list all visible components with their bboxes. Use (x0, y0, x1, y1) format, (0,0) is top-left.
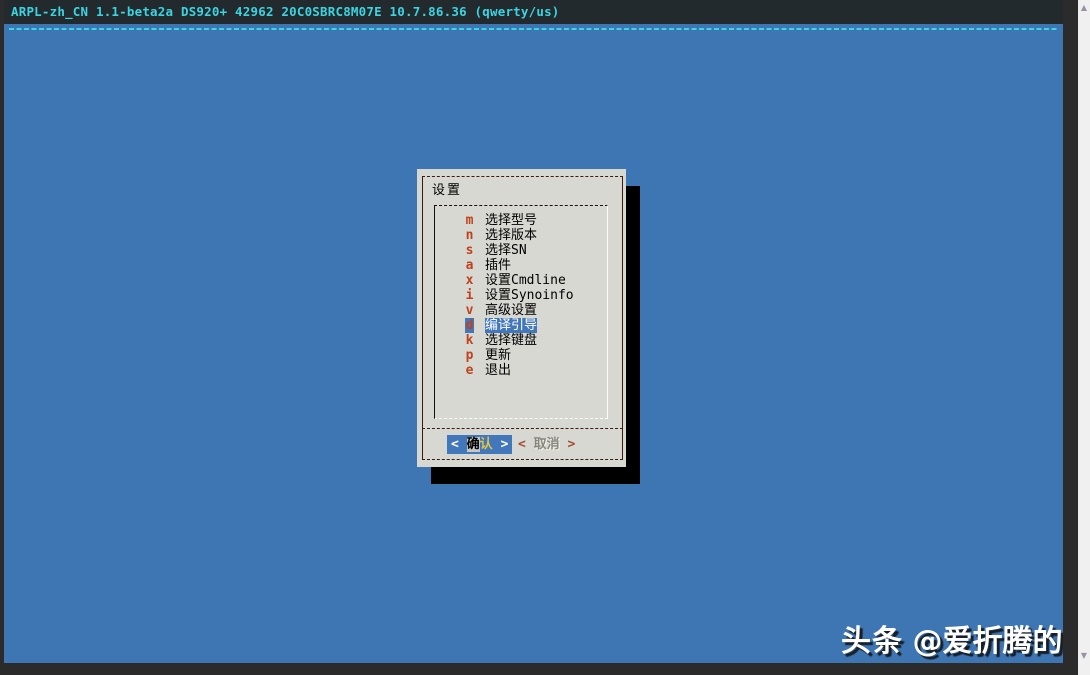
menu-item-hotkey: a (465, 258, 474, 273)
toutiao-watermark: 头条 @爱折腾的S (841, 616, 1063, 660)
cancel-label: 取消 (534, 437, 560, 452)
menu-item-n[interactable]: n 选择版本 (435, 228, 607, 243)
menu-item-x[interactable]: x 设置Cmdline (435, 273, 607, 288)
cancel-button[interactable]: < 取消 > (514, 435, 579, 454)
menu-item-v[interactable]: v 高级设置 (435, 303, 607, 318)
scrollbar[interactable]: ▲ ▼ (1078, 0, 1090, 675)
menu-item-s[interactable]: s 选择SN (435, 243, 607, 258)
right-frame-strip (1063, 0, 1078, 675)
terminal-desktop: 设置 m 选择型号 n 选择版本 s 选择SN a 插件 x 设置Cmdline i 设置Synoin… (4, 24, 1063, 663)
ok-left-bracket: < (451, 437, 459, 452)
scroll-down-icon[interactable]: ▼ (1078, 651, 1090, 661)
bottom-frame-bar (0, 663, 1078, 675)
menu-list: m选择型号n选择版本s选择SNa插件x设置Cmdlinei设置Synoinfov… (434, 205, 608, 419)
menu-item-m[interactable]: m 选择型号 (435, 213, 607, 228)
menu-item-label: 更新 (485, 348, 511, 363)
watermark-handle: @爱折腾的S (913, 624, 1063, 659)
menu-item-hotkey: v (465, 303, 474, 318)
menu-item-label: 插件 (485, 258, 511, 273)
menu-item-label: 选择键盘 (485, 333, 537, 348)
ok-right-bracket: > (501, 437, 509, 452)
menu-item-label: 设置Synoinfo (485, 288, 574, 303)
menu-item-label: 退出 (485, 363, 511, 378)
settings-dialog: 设置 m 选择型号 n 选择版本 s 选择SN a 插件 x 设置Cmdline i 设置Synoin… (417, 169, 626, 467)
menu-item-hotkey: s (465, 243, 474, 258)
menu-item-hotkey: e (465, 363, 474, 378)
cancel-left-bracket: < (518, 437, 526, 452)
menu-item-hotkey: k (465, 333, 474, 348)
ok-label-hotkey-char: 认 (480, 437, 493, 452)
scroll-up-icon[interactable]: ▲ (1078, 3, 1090, 13)
menu-item-e[interactable]: e 退出 (435, 363, 607, 378)
dialog-title: 设置 (432, 179, 462, 198)
vm-console-window: ARPL-zh_CN 1.1-beta2a DS920+ 42962 20C0S… (0, 0, 1090, 675)
menu-item-label: 编译引导 (485, 318, 537, 333)
button-separator (422, 428, 623, 429)
ok-button[interactable]: < 确认 > (447, 435, 512, 454)
menu-item-label: 选择SN (485, 243, 527, 258)
button-row: < 确认 > < 取消 > (417, 435, 626, 457)
menu-item-hotkey: i (465, 288, 474, 303)
separator-dashes (9, 28, 1057, 30)
menu-item-hotkey: d (465, 318, 474, 333)
menu-item-hotkey: m (465, 213, 474, 228)
menu-item-p[interactable]: p 更新 (435, 348, 607, 363)
menu-item-hotkey: x (465, 273, 474, 288)
menu-item-i[interactable]: i 设置Synoinfo (435, 288, 607, 303)
menu-item-d[interactable]: d 编译引导 (435, 318, 607, 333)
menu-item-label: 选择版本 (485, 228, 537, 243)
menu-item-label: 设置Cmdline (485, 273, 566, 288)
menu-item-hotkey: p (465, 348, 474, 363)
menu-item-hotkey: n (465, 228, 474, 243)
menu-item-label: 高级设置 (485, 303, 537, 318)
ok-label-cursor-char: 确 (467, 437, 480, 452)
menu-item-label: 选择型号 (485, 213, 537, 228)
watermark-brand: 头条 (841, 624, 903, 659)
menu-item-k[interactable]: k 选择键盘 (435, 333, 607, 348)
backtitle-text: ARPL-zh_CN 1.1-beta2a DS920+ 42962 20C0S… (11, 4, 560, 19)
cancel-right-bracket: > (568, 437, 576, 452)
console-backtitle: ARPL-zh_CN 1.1-beta2a DS920+ 42962 20C0S… (4, 0, 1063, 24)
menu-item-a[interactable]: a 插件 (435, 258, 607, 273)
